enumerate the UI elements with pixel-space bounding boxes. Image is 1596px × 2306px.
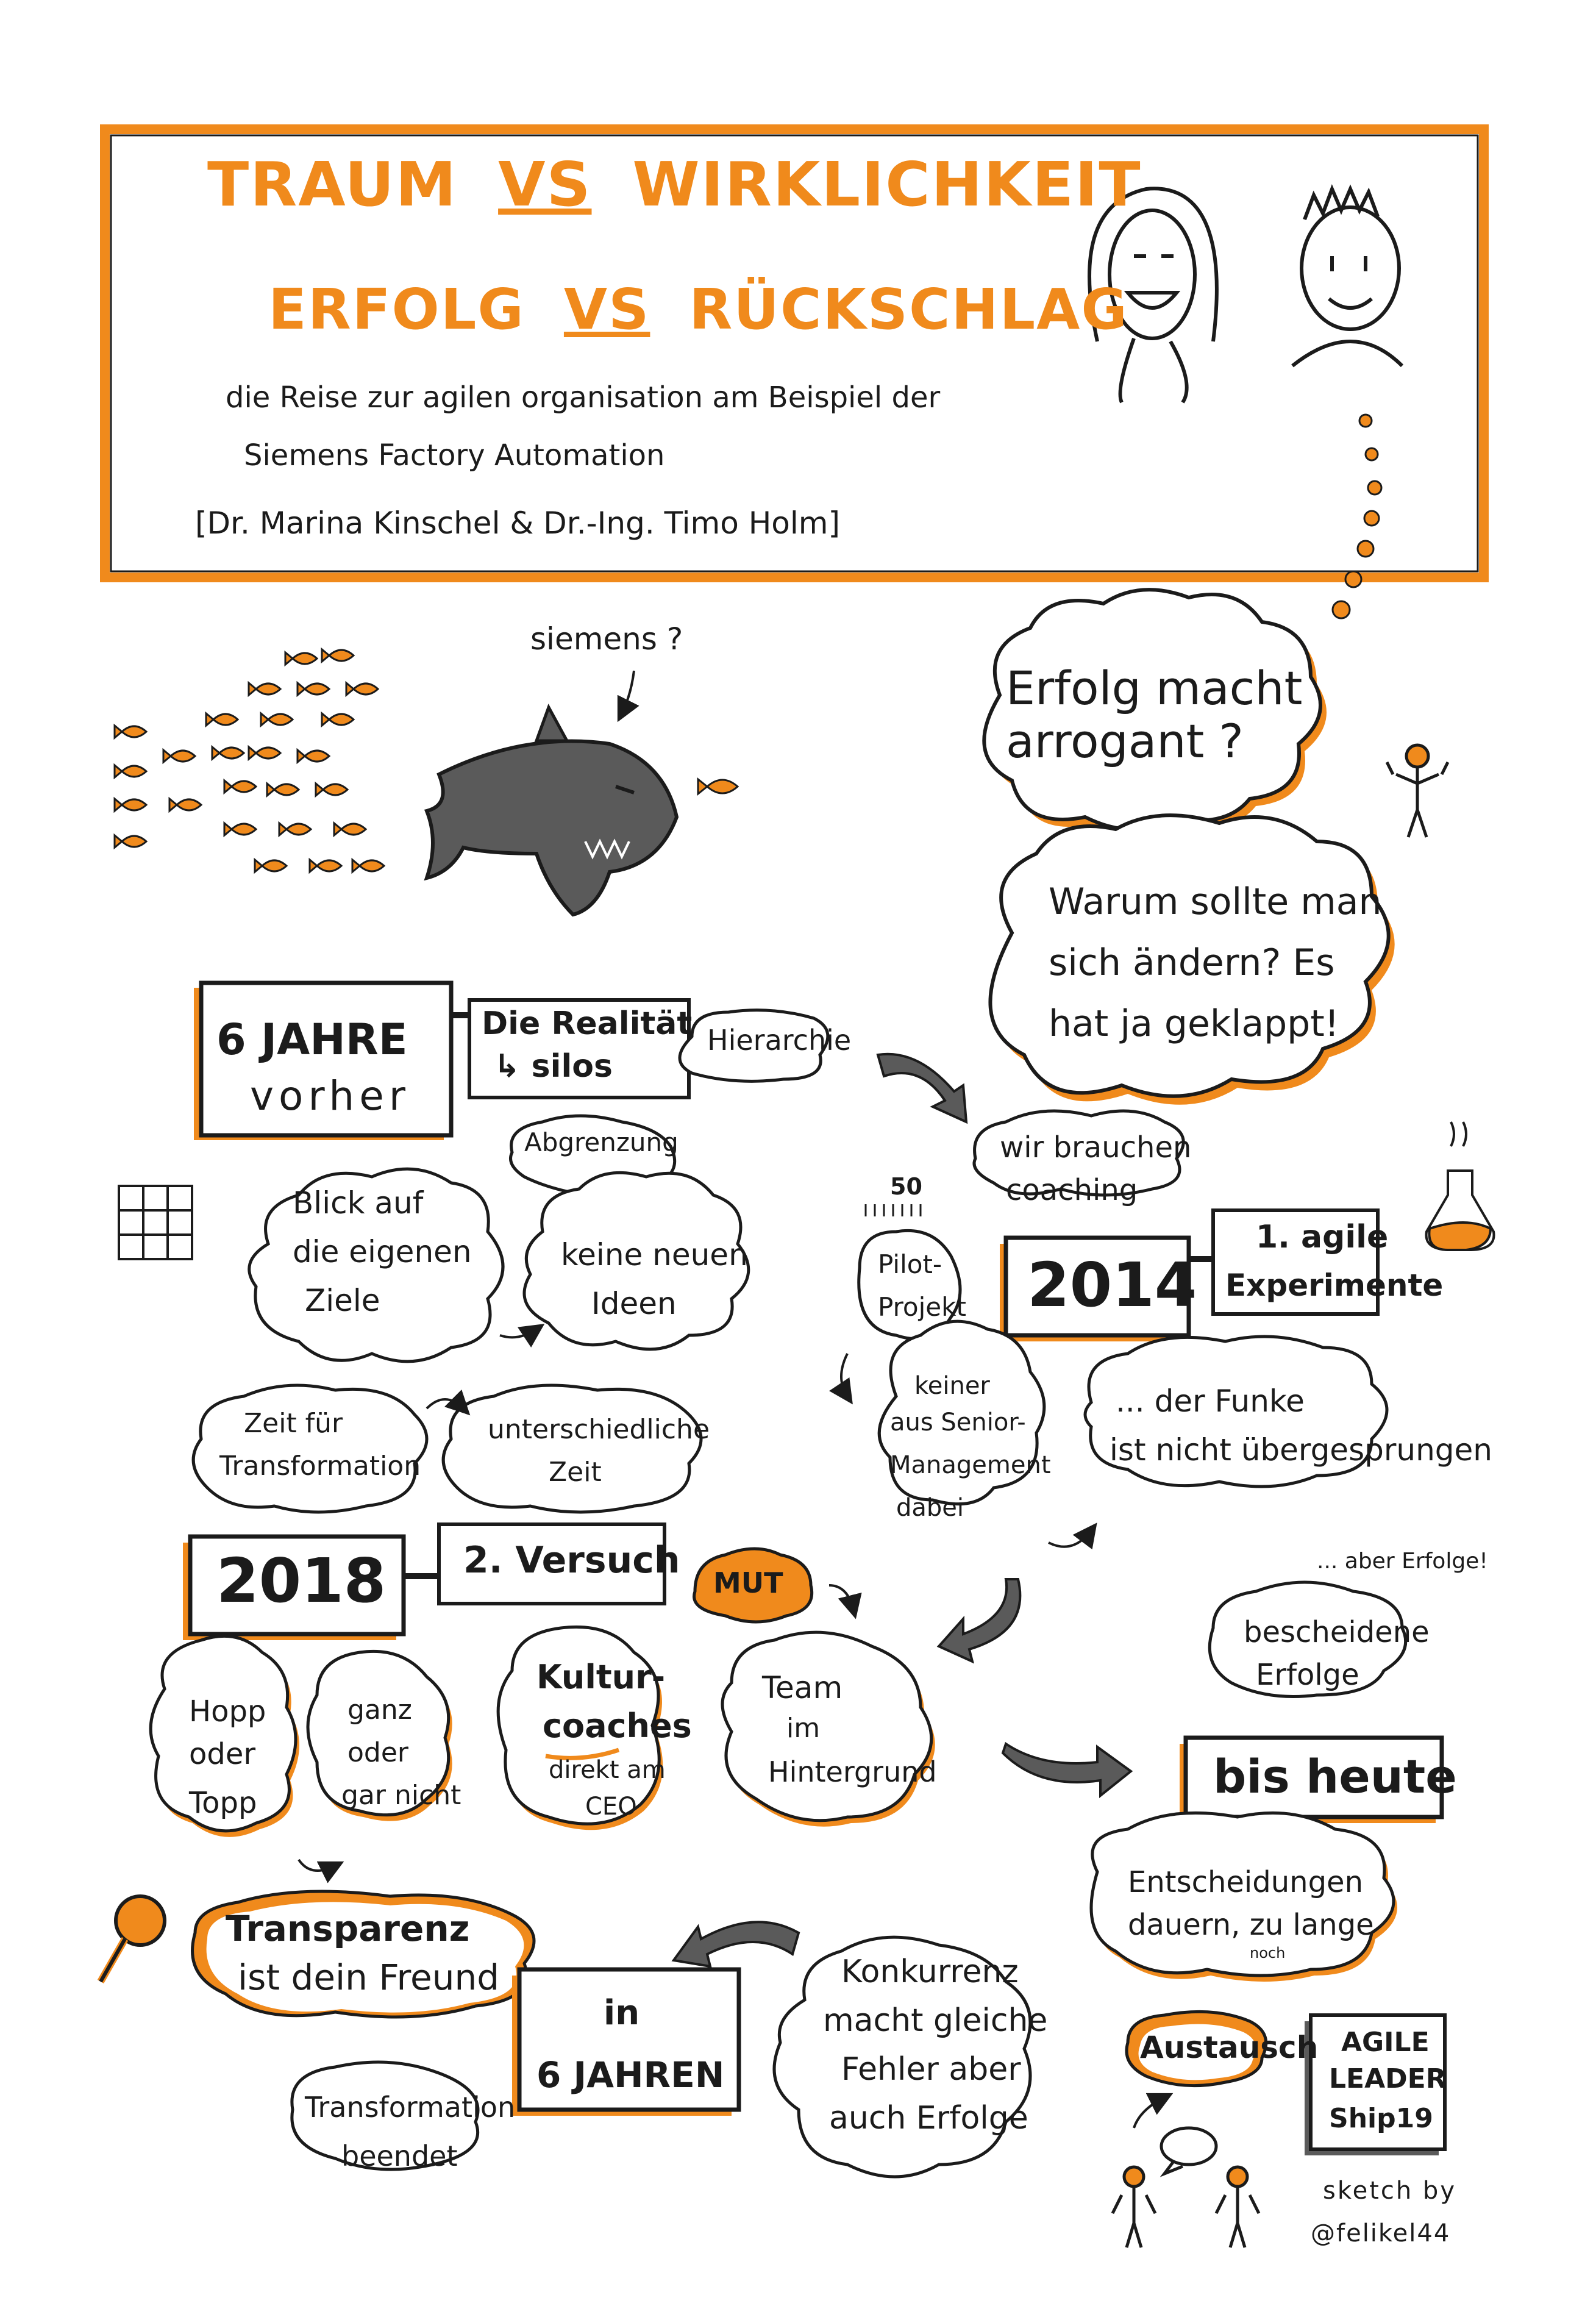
- arrow-to-today: [1001, 1741, 1133, 1799]
- siemens-label: siemens ?: [530, 621, 683, 657]
- shrugging-person-icon: [1385, 743, 1450, 838]
- mut-bubble: MUT: [713, 1566, 783, 1599]
- badge-ship: Ship19: [1329, 2103, 1433, 2134]
- magnifier-icon: [97, 1894, 166, 1983]
- speakers: [Dr. Marina Kinschel & Dr.-Ing. Timo Hol…: [195, 505, 840, 541]
- thought-dots: [1331, 413, 1383, 619]
- silo-grid-icon: [118, 1185, 193, 1260]
- arrow-to-2014: [876, 1052, 968, 1124]
- lab-flask-icon: [1425, 1121, 1495, 1251]
- hierarchy-bubble: Hierarchie: [707, 1024, 852, 1057]
- people-talking-icon: [1111, 2126, 1261, 2248]
- badge-leader: LEADER: [1329, 2063, 1447, 2094]
- six-years-sub: vorher: [250, 1073, 410, 1119]
- six-years-label: 6 JAHRE: [216, 1015, 408, 1065]
- subtitle-line-2: Siemens Factory Automation: [244, 438, 665, 473]
- title-vs-2: VS: [563, 277, 650, 342]
- speaker-portrait-man: [1291, 184, 1404, 368]
- crowd-icon: [864, 1204, 922, 1216]
- year-2018: 2018: [216, 1545, 387, 1616]
- arrow-to-2018: [936, 1578, 1022, 1664]
- year-2014: 2014: [1027, 1249, 1197, 1321]
- badge-agile: AGILE: [1341, 2027, 1430, 2058]
- credit-line-1: sketch by: [1323, 2177, 1456, 2205]
- thought-arrogant: Erfolg macht arrogant ?: [1006, 661, 1303, 769]
- title-wirklichkeit: WIRKLICHKEIT: [632, 149, 1142, 220]
- credit-line-2: @felikel44: [1311, 2219, 1451, 2247]
- arrow-to-future: [671, 1921, 800, 1968]
- bis-heute-label: bis heute: [1213, 1749, 1457, 1804]
- austausch-label: Austausch: [1140, 2030, 1319, 2065]
- shark-illustration: [424, 703, 679, 917]
- subtitle-line-1: die Reise zur agilen organisation am Bei…: [226, 380, 941, 415]
- abgrenzung-bubble: Abgrenzung: [524, 1127, 679, 1157]
- title-erfolg: ERFOLG: [268, 277, 525, 342]
- title-rueckschlag: RÜCKSCHLAG: [689, 277, 1128, 342]
- siemens-pointer-arrow: [617, 670, 639, 723]
- title-traum: TRAUM: [207, 149, 458, 220]
- title-vs-1: VS: [498, 149, 592, 220]
